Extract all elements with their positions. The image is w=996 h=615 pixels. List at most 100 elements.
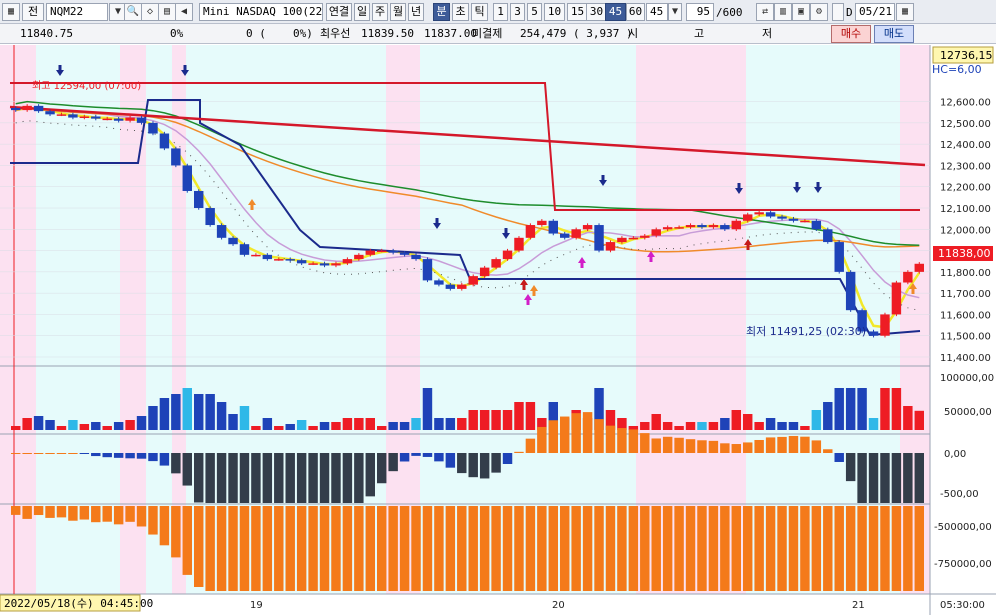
candle-body: [868, 331, 879, 336]
obv-bar: [514, 506, 524, 591]
candle-body: [479, 267, 490, 277]
calendar-icon[interactable]: ▦: [896, 3, 914, 21]
candle-body: [560, 233, 570, 238]
price-axis-tick-11: 11,500.00: [940, 332, 991, 343]
minute-button-5[interactable]: 5: [527, 3, 542, 21]
candle-body: [136, 117, 147, 123]
volume-bar: [274, 426, 284, 430]
code-prefix-button[interactable]: 전: [22, 3, 44, 21]
volume-bar: [685, 422, 696, 430]
obv-bar: [148, 506, 158, 535]
search-icon[interactable]: 🔍: [124, 3, 142, 21]
obv-bar: [571, 506, 581, 591]
oscillator-bar: [514, 451, 524, 453]
oscillator-bar: [788, 435, 799, 453]
candle-body: [651, 229, 661, 236]
candle-body: [880, 314, 890, 336]
minute-button-45[interactable]: 45: [605, 3, 626, 21]
period-button-year[interactable]: 년: [408, 3, 424, 21]
volume-bar: [457, 418, 467, 430]
period-button-continuous[interactable]: 연결: [326, 3, 352, 21]
date-input[interactable]: 05/21: [855, 3, 895, 21]
symbol-input[interactable]: NQM22: [46, 3, 108, 21]
sell-button[interactable]: 매도: [874, 25, 914, 43]
settings-gear-icon[interactable]: ⚙: [810, 3, 828, 21]
obv-bar: [823, 506, 833, 591]
obv-bar: [331, 506, 341, 591]
obv-axis-tick-2: -750000,00: [934, 559, 992, 570]
oscillator-bar: [457, 453, 467, 474]
period-button-tick[interactable]: 틱: [471, 3, 488, 21]
obv-bar: [834, 506, 844, 591]
oscillator-bar: [731, 444, 741, 453]
count-input[interactable]: 95: [686, 3, 714, 21]
candle-body: [708, 225, 719, 228]
oscillator-bar: [674, 437, 684, 453]
minute-button-60[interactable]: 60: [626, 3, 645, 21]
candle-body: [296, 260, 307, 264]
price-chart[interactable]: 최고 12594,00 (07:00) 최저 11491,25 (02:30) …: [0, 45, 996, 615]
oscillator-bar: [365, 453, 375, 497]
oscillator-bar: [617, 428, 627, 453]
volume-bar: [331, 422, 341, 430]
oscillator-bar: [194, 453, 204, 503]
candle-body: [308, 263, 318, 265]
candle-body: [662, 227, 673, 230]
save-icon[interactable]: ▣: [792, 3, 810, 21]
oscillator-bar: [743, 442, 753, 453]
date-checkbox[interactable]: [832, 3, 844, 21]
open-interest: 254,479 ( 3,937 ): [520, 27, 633, 40]
volume-bar: [525, 402, 536, 430]
volume-bar: [342, 418, 353, 430]
volume-bar: [159, 398, 170, 430]
price-axis-tick-2: 12,400.00: [940, 140, 991, 151]
bar-chart-icon[interactable]: ▥: [774, 3, 792, 21]
order-icon[interactable]: ▤: [158, 3, 176, 21]
obv-bar: [445, 506, 456, 591]
candle-body: [800, 220, 810, 223]
watchlist-icon[interactable]: ◇: [141, 3, 159, 21]
count-total: /600: [716, 6, 743, 19]
buy-button[interactable]: 매수: [831, 25, 871, 43]
time-start-label: 2022/05/18(수) 04:45:00: [4, 597, 153, 610]
obv-bar: [182, 506, 192, 575]
minute-button-30[interactable]: 30: [586, 3, 607, 21]
current-price: 11840.75: [20, 27, 73, 40]
obv-bar: [857, 506, 867, 591]
candle-body: [514, 237, 524, 251]
oscillator-bar: [56, 453, 67, 454]
period-button-minute[interactable]: 분: [433, 3, 450, 21]
period-button-week[interactable]: 주: [372, 3, 388, 21]
minute-dropdown-icon[interactable]: ▼: [668, 3, 682, 21]
tool-icon[interactable]: ⇄: [756, 3, 774, 21]
minute-button-3[interactable]: 3: [510, 3, 525, 21]
volume-bar: [239, 406, 250, 430]
best-quote-label: 최우선: [320, 27, 351, 40]
obv-bar: [845, 506, 856, 591]
candle-body: [845, 271, 856, 311]
volume-bar: [33, 416, 44, 430]
minute-button-10[interactable]: 10: [544, 3, 565, 21]
oscillator-bar: [102, 453, 112, 458]
minute-button-1[interactable]: 1: [493, 3, 508, 21]
candle-body: [113, 118, 124, 121]
change-value: 0 (: [246, 27, 266, 40]
obv-bar: [765, 506, 776, 591]
obv-bar: [617, 506, 627, 591]
minute-button-15[interactable]: 15: [567, 3, 588, 21]
period-button-day[interactable]: 일: [354, 3, 370, 21]
volume-bar: [285, 424, 295, 430]
sound-icon[interactable]: ◀: [175, 3, 193, 21]
candle-body: [68, 114, 78, 118]
candle-body: [171, 148, 181, 166]
grid-icon[interactable]: ▦: [2, 3, 20, 21]
candle-body: [525, 225, 536, 238]
volume-bar: [914, 410, 924, 430]
period-button-month[interactable]: 월: [390, 3, 406, 21]
period-button-second[interactable]: 초: [452, 3, 469, 21]
obv-bar: [697, 506, 707, 591]
minute-input[interactable]: 45: [646, 3, 668, 21]
volume-bar: [102, 426, 112, 430]
candle-body: [502, 250, 513, 260]
oscillator-bar: [274, 453, 284, 503]
